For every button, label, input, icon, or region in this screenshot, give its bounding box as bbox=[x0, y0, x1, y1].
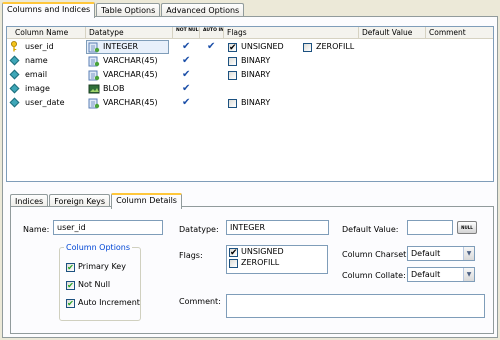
detail-tabs: Indices Foreign Keys Column Details bbox=[10, 193, 183, 209]
main-tabs: Columns and Indices Table Options Advanc… bbox=[2, 2, 245, 18]
unsigned-checkbox[interactable]: ✔ bbox=[228, 43, 237, 53]
columns-grid[interactable]: Column Name Datatype NOT NULL AUTO INC F… bbox=[6, 26, 494, 182]
table-row[interactable]: user_date VARCHAR(45) ✔ BINARY bbox=[7, 96, 493, 110]
auto-inc-check-icon[interactable]: ✔ bbox=[207, 40, 215, 54]
column-name-cell: user_id bbox=[25, 42, 54, 51]
name-input[interactable]: user_id bbox=[53, 220, 163, 235]
header-not-null[interactable]: NOT NULL bbox=[173, 27, 200, 39]
datatype-cell: BLOB bbox=[103, 84, 125, 93]
binary-label: BINARY bbox=[241, 56, 271, 65]
column-diamond-icon bbox=[9, 83, 20, 94]
datatype-cell: VARCHAR(45) bbox=[103, 98, 158, 107]
blob-icon bbox=[88, 84, 100, 94]
default-value-label: Default Value: bbox=[342, 225, 399, 234]
datatype-input[interactable]: INTEGER bbox=[226, 220, 329, 235]
column-collate-select[interactable]: Default ▼ bbox=[407, 267, 475, 282]
zerofill-label: ZEROFILL bbox=[316, 42, 355, 51]
unsigned-label: UNSIGNED bbox=[241, 42, 284, 51]
chevron-down-icon[interactable]: ▼ bbox=[463, 247, 474, 260]
not-null-check-icon[interactable]: ✔ bbox=[182, 54, 190, 68]
datatype-icon bbox=[88, 98, 100, 109]
auto-increment-label: Auto Increment bbox=[78, 298, 140, 307]
binary-checkbox[interactable] bbox=[228, 99, 237, 108]
primary-key-label: Primary Key bbox=[78, 262, 126, 271]
not-null-check-icon[interactable]: ✔ bbox=[182, 40, 190, 54]
datatype-icon bbox=[88, 70, 100, 81]
column-name-cell: user_date bbox=[25, 98, 65, 107]
binary-checkbox[interactable] bbox=[228, 71, 237, 80]
datatype-cell: VARCHAR(45) bbox=[103, 70, 158, 79]
comment-input[interactable] bbox=[226, 294, 485, 318]
table-row[interactable]: image BLOB ✔ bbox=[7, 82, 493, 96]
datatype-cell: INTEGER bbox=[103, 42, 139, 51]
flag-zerofill-checkbox[interactable] bbox=[229, 259, 238, 268]
table-row[interactable]: user_id INTEGER ✔ ✔ ✔ UNSIGNED ZEROFILL bbox=[7, 40, 493, 54]
not-null-check-icon[interactable]: ✔ bbox=[182, 96, 190, 110]
column-name-cell: email bbox=[25, 70, 48, 79]
binary-checkbox[interactable] bbox=[228, 57, 237, 66]
header-flags[interactable]: Flags bbox=[224, 27, 359, 39]
not-null-label: Not Null bbox=[78, 280, 111, 289]
datatype-label: Datatype: bbox=[179, 225, 219, 234]
column-options-legend: Column Options bbox=[64, 242, 133, 253]
comment-label: Comment: bbox=[179, 297, 221, 306]
zerofill-checkbox[interactable] bbox=[303, 43, 312, 52]
column-options-group: Column Options ✔ Primary Key ✔ Not Null … bbox=[59, 242, 141, 321]
flags-label: Flags: bbox=[179, 251, 203, 260]
binary-label: BINARY bbox=[241, 70, 271, 79]
columns-grid-header: Column Name Datatype NOT NULL AUTO INC F… bbox=[7, 27, 493, 39]
datatype-icon bbox=[88, 42, 100, 53]
default-value-input[interactable] bbox=[407, 220, 453, 235]
chevron-down-icon[interactable]: ▼ bbox=[463, 268, 474, 281]
not-null-check-icon[interactable]: ✔ bbox=[182, 68, 190, 82]
column-diamond-icon bbox=[9, 69, 20, 80]
tab-table-options[interactable]: Table Options bbox=[96, 3, 161, 17]
tab-columns-and-indices[interactable]: Columns and Indices bbox=[2, 2, 96, 18]
column-diamond-icon bbox=[9, 55, 20, 66]
tab-advanced-options[interactable]: Advanced Options bbox=[161, 3, 245, 17]
column-charset-select[interactable]: Default ▼ bbox=[407, 246, 475, 261]
datatype-cell: VARCHAR(45) bbox=[103, 56, 158, 65]
not-null-check-icon[interactable]: ✔ bbox=[182, 82, 190, 96]
binary-label: BINARY bbox=[241, 98, 271, 107]
flags-list[interactable]: ✔ UNSIGNED ZEROFILL bbox=[226, 245, 328, 274]
header-comment[interactable]: Comment bbox=[426, 27, 495, 39]
null-button[interactable]: NULL bbox=[457, 221, 477, 234]
column-diamond-icon bbox=[9, 97, 20, 108]
tab-column-details[interactable]: Column Details bbox=[111, 193, 182, 209]
column-details-panel: Name: user_id Column Options ✔ Primary K… bbox=[10, 206, 494, 334]
table-row[interactable]: name VARCHAR(45) ✔ BINARY bbox=[7, 54, 493, 68]
column-collate-value: Default bbox=[411, 270, 441, 279]
column-charset-value: Default bbox=[411, 249, 441, 258]
header-auto-inc[interactable]: AUTO INC bbox=[200, 27, 224, 39]
column-collate-label: Column Collate: bbox=[342, 271, 406, 280]
auto-increment-checkbox[interactable]: ✔ bbox=[66, 299, 75, 308]
flag-unsigned-checkbox[interactable]: ✔ bbox=[229, 248, 238, 258]
column-charset-label: Column Charset: bbox=[342, 250, 409, 259]
not-null-checkbox[interactable]: ✔ bbox=[66, 281, 75, 290]
key-icon bbox=[11, 41, 17, 52]
header-default-value[interactable]: Default Value bbox=[359, 27, 426, 39]
header-datatype[interactable]: Datatype bbox=[86, 27, 173, 39]
table-row[interactable]: email VARCHAR(45) ✔ BINARY bbox=[7, 68, 493, 82]
name-label: Name: bbox=[23, 225, 50, 234]
datatype-icon bbox=[88, 56, 100, 67]
header-column-name[interactable]: Column Name bbox=[7, 27, 86, 39]
column-name-cell: image bbox=[25, 84, 50, 93]
flag-zerofill-label: ZEROFILL bbox=[241, 258, 280, 267]
column-name-cell: name bbox=[25, 56, 48, 65]
primary-key-checkbox[interactable]: ✔ bbox=[66, 263, 75, 272]
